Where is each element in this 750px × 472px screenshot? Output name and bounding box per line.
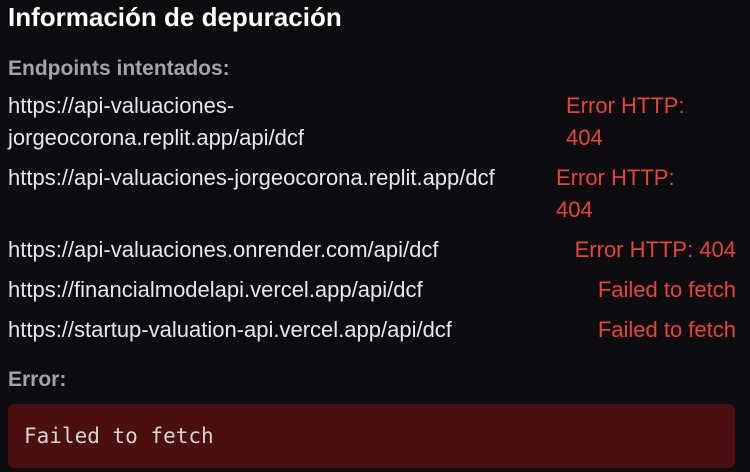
endpoint-url: https://api-valuaciones.onrender.com/api…	[8, 237, 439, 262]
endpoints-label: Endpoints intentados:	[8, 57, 230, 80]
error-message-box: Failed to fetch	[8, 404, 735, 468]
endpoint-row: https://financialmodelapi.vercel.app/api…	[8, 274, 736, 306]
debug-info-title: Información de depuración	[8, 2, 342, 32]
endpoint-row: https://api-valuaciones.onrender.com/api…	[8, 234, 736, 266]
error-message: Failed to fetch	[24, 424, 214, 448]
endpoint-status: Failed to fetch	[597, 277, 736, 302]
endpoint-row: https://api-valuaciones-jorgeocorona.rep…	[8, 90, 736, 154]
endpoint-status: Error HTTP: 404	[556, 165, 675, 222]
endpoints-list: https://api-valuaciones-jorgeocorona.rep…	[8, 90, 736, 354]
endpoint-row: https://startup-valuation-api.vercel.app…	[8, 314, 736, 346]
endpoint-url: https://api-valuaciones-jorgeocorona.rep…	[8, 165, 495, 190]
endpoint-status: Error HTTP: 404	[566, 93, 685, 150]
endpoint-url: https://startup-valuation-api.vercel.app…	[8, 317, 452, 342]
endpoint-row: https://api-valuaciones-jorgeocorona.rep…	[8, 162, 736, 226]
endpoint-status: Failed to fetch	[597, 317, 736, 342]
error-label: Error:	[8, 368, 67, 391]
endpoint-status: Error HTTP: 404	[574, 237, 736, 262]
endpoint-url: https://api-valuaciones-jorgeocorona.rep…	[8, 93, 304, 150]
endpoint-url: https://financialmodelapi.vercel.app/api…	[8, 277, 423, 302]
